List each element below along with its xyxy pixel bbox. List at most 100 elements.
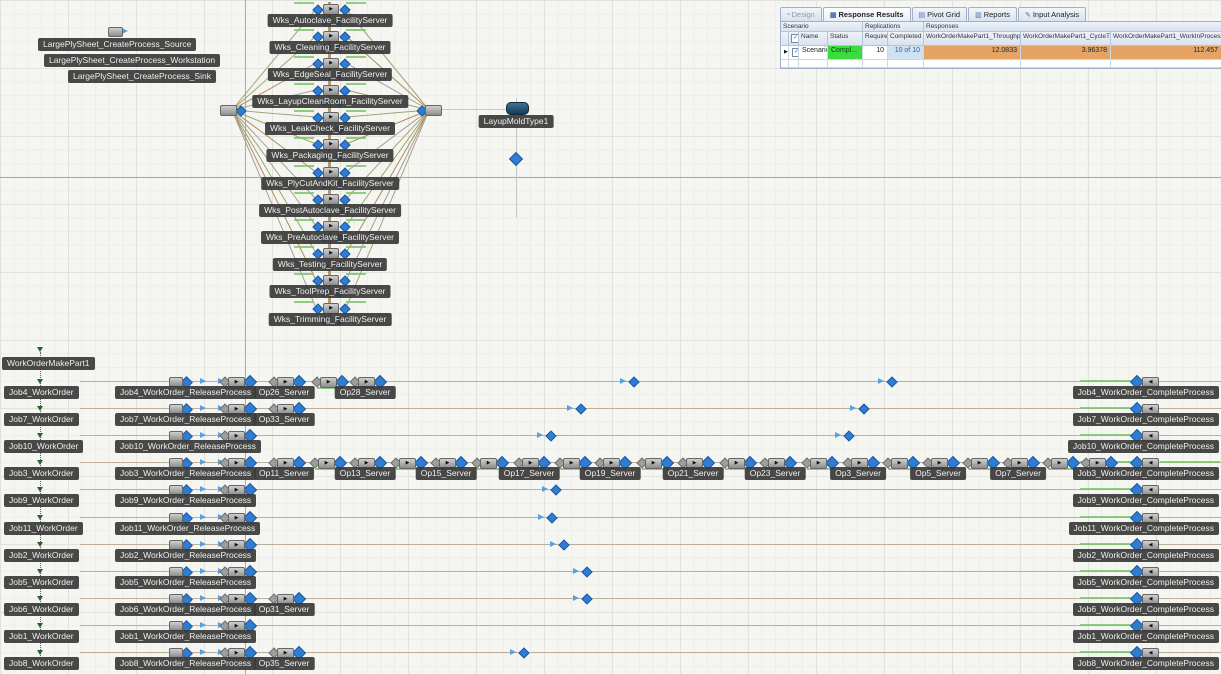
label-op-server[interactable]: Op21_Server xyxy=(663,467,724,480)
label-op-server[interactable]: Op3_Server xyxy=(830,467,886,480)
entity-diamond[interactable] xyxy=(843,430,854,441)
label-job-workorder[interactable]: Job5_WorkOrder xyxy=(4,576,79,589)
entity-diamond[interactable] xyxy=(628,376,639,387)
label-createprocess-source[interactable]: LargePlySheet_CreateProcess_Source xyxy=(38,38,196,51)
label-complete-process[interactable]: Job6_WorkOrder_CompleteProcess xyxy=(1073,603,1219,616)
tab-input-analysis[interactable]: ✎Input Analysis xyxy=(1018,7,1086,21)
label-facility-server[interactable]: Wks_ToolPrep_FacilityServer xyxy=(269,285,390,298)
label-facility-server[interactable]: Wks_PostAutoclave_FacilityServer xyxy=(259,204,401,217)
entity-arrow-icon[interactable] xyxy=(620,378,626,384)
op-server-icon[interactable]: ▶ xyxy=(728,458,745,469)
label-release-process[interactable]: Job10_WorkOrder_ReleaseProcess xyxy=(115,440,261,453)
entity-diamond[interactable] xyxy=(886,376,897,387)
entity-arrow-icon[interactable] xyxy=(200,649,206,655)
label-op-server[interactable]: Op33_Server xyxy=(254,413,315,426)
label-release-process[interactable]: Job3_WorkOrder_ReleaseProcess xyxy=(115,467,256,480)
label-op-server[interactable]: Op31_Server xyxy=(254,603,315,616)
label-release-process[interactable]: Job11_WorkOrder_ReleaseProcess xyxy=(115,522,260,535)
tab-reports[interactable]: ▥Reports xyxy=(968,7,1017,21)
entity-arrow-icon[interactable] xyxy=(835,432,841,438)
entity-diamond[interactable] xyxy=(558,539,569,550)
label-facility-server[interactable]: Wks_LeakCheck_FacilityServer xyxy=(265,122,395,135)
label-op-server[interactable]: Op7_Server xyxy=(990,467,1046,480)
label-op-server[interactable]: Op26_Server xyxy=(254,386,315,399)
label-facility-server[interactable]: Wks_Trimming_FacilityServer xyxy=(269,313,392,326)
label-release-process[interactable]: Job8_WorkOrder_ReleaseProcess xyxy=(115,657,256,670)
entity-arrow-icon[interactable] xyxy=(878,378,884,384)
entity-arrow-icon[interactable] xyxy=(200,541,206,547)
op-server-icon[interactable]: ▶ xyxy=(891,458,908,469)
row-checkbox[interactable]: ✓ xyxy=(792,48,799,57)
op-server-icon[interactable]: ▶ xyxy=(971,458,988,469)
label-complete-process[interactable]: Job1_WorkOrder_CompleteProcess xyxy=(1073,630,1219,643)
label-release-process[interactable]: Job2_WorkOrder_ReleaseProcess xyxy=(115,549,256,562)
label-release-process[interactable]: Job1_WorkOrder_ReleaseProcess xyxy=(115,630,256,643)
label-op-server[interactable]: Op19_Server xyxy=(580,467,641,480)
op-server-icon[interactable]: ▶ xyxy=(318,458,335,469)
column-header-checkbox[interactable]: ✓ xyxy=(789,32,799,46)
label-workordermakepart1[interactable]: WorkOrderMakePart1 xyxy=(2,357,95,370)
label-job-workorder[interactable]: Job8_WorkOrder xyxy=(4,657,79,670)
label-release-process[interactable]: Job5_WorkOrder_ReleaseProcess xyxy=(115,576,256,589)
op-server-icon[interactable]: ▶ xyxy=(563,458,580,469)
label-op-server[interactable]: Op15_Server xyxy=(416,467,477,480)
label-facility-server[interactable]: Wks_Packaging_FacilityServer xyxy=(266,149,393,162)
label-job-workorder[interactable]: Job11_WorkOrder xyxy=(4,522,83,535)
label-job-workorder[interactable]: Job6_WorkOrder xyxy=(4,603,79,616)
entity-arrow-icon[interactable] xyxy=(200,514,206,520)
label-complete-process[interactable]: Job3_WorkOrder_CompleteProcess xyxy=(1073,467,1219,480)
entity-arrow-icon[interactable] xyxy=(200,622,206,628)
entity-arrow-icon[interactable] xyxy=(200,432,206,438)
label-job-workorder[interactable]: Job7_WorkOrder xyxy=(4,413,79,426)
entity-arrow-icon[interactable] xyxy=(200,486,206,492)
label-facility-server[interactable]: Wks_Cleaning_FacilityServer xyxy=(269,41,390,54)
tab-pivot-grid[interactable]: ▤Pivot Grid xyxy=(912,7,968,21)
label-op-server[interactable]: Op5_Server xyxy=(910,467,966,480)
entity-arrow-icon[interactable] xyxy=(567,405,573,411)
label-complete-process[interactable]: Job7_WorkOrder_CompleteProcess xyxy=(1073,413,1219,426)
label-complete-process[interactable]: Job9_WorkOrder_CompleteProcess xyxy=(1073,494,1219,507)
label-op-server[interactable]: Op17_Server xyxy=(499,467,560,480)
entity-arrow-icon[interactable] xyxy=(200,405,206,411)
label-layup-mold[interactable]: LayupMoldType1 xyxy=(479,115,554,128)
header-checkbox[interactable]: ✓ xyxy=(791,34,799,43)
op-server-icon[interactable]: ▶ xyxy=(810,458,827,469)
cell-scenario-name[interactable]: Scenario1 xyxy=(799,46,828,60)
label-facility-server[interactable]: Wks_LayupCleanRoom_FacilityServer xyxy=(252,95,408,108)
entity-diamond[interactable] xyxy=(581,593,592,604)
label-job-workorder[interactable]: Job1_WorkOrder xyxy=(4,630,79,643)
label-release-process[interactable]: Job4_WorkOrder_ReleaseProcess xyxy=(115,386,256,399)
entity-arrow-icon[interactable] xyxy=(538,514,544,520)
entity-arrow-icon[interactable] xyxy=(573,568,579,574)
entity-arrow-icon[interactable] xyxy=(200,459,206,465)
label-op-server[interactable]: Op28_Server xyxy=(335,386,396,399)
label-job-workorder[interactable]: Job3_WorkOrder xyxy=(4,467,79,480)
label-job-workorder[interactable]: Job4_WorkOrder xyxy=(4,386,79,399)
label-facility-server[interactable]: Wks_PlyCutAndKit_FacilityServer xyxy=(261,177,399,190)
label-op-server[interactable]: Op35_Server xyxy=(254,657,315,670)
fan-right-node-icon[interactable] xyxy=(425,105,442,116)
entity-diamond[interactable] xyxy=(546,512,557,523)
entity-arrow-icon[interactable] xyxy=(550,541,556,547)
label-facility-server[interactable]: Wks_Testing_FacilityServer xyxy=(273,258,387,271)
label-facility-server[interactable]: Wks_Autoclave_FacilityServer xyxy=(268,14,393,27)
entity-diamond[interactable] xyxy=(581,566,592,577)
op-server-icon[interactable]: ▶ xyxy=(645,458,662,469)
mold-entity-diamond[interactable] xyxy=(509,152,523,166)
label-complete-process[interactable]: Job11_WorkOrder_CompleteProcess xyxy=(1069,522,1219,535)
source-icon[interactable] xyxy=(108,27,123,37)
label-createprocess-sink[interactable]: LargePlySheet_CreateProcess_Sink xyxy=(68,70,216,83)
label-complete-process[interactable]: Job8_WorkOrder_CompleteProcess xyxy=(1073,657,1219,670)
tab-design[interactable]: ▫Design xyxy=(780,7,822,21)
entity-diamond[interactable] xyxy=(575,403,586,414)
entity-arrow-icon[interactable] xyxy=(537,432,543,438)
entity-arrow-icon[interactable] xyxy=(200,568,206,574)
label-complete-process[interactable]: Job4_WorkOrder_CompleteProcess xyxy=(1073,386,1219,399)
label-op-server[interactable]: Op11_Server xyxy=(254,467,314,480)
label-job-workorder[interactable]: Job10_WorkOrder xyxy=(4,440,83,453)
entity-arrow-icon[interactable] xyxy=(510,649,516,655)
label-op-server[interactable]: Op23_Server xyxy=(745,467,806,480)
entity-arrow-icon[interactable] xyxy=(850,405,856,411)
entity-diamond[interactable] xyxy=(550,484,561,495)
entity-arrow-icon[interactable] xyxy=(200,595,206,601)
